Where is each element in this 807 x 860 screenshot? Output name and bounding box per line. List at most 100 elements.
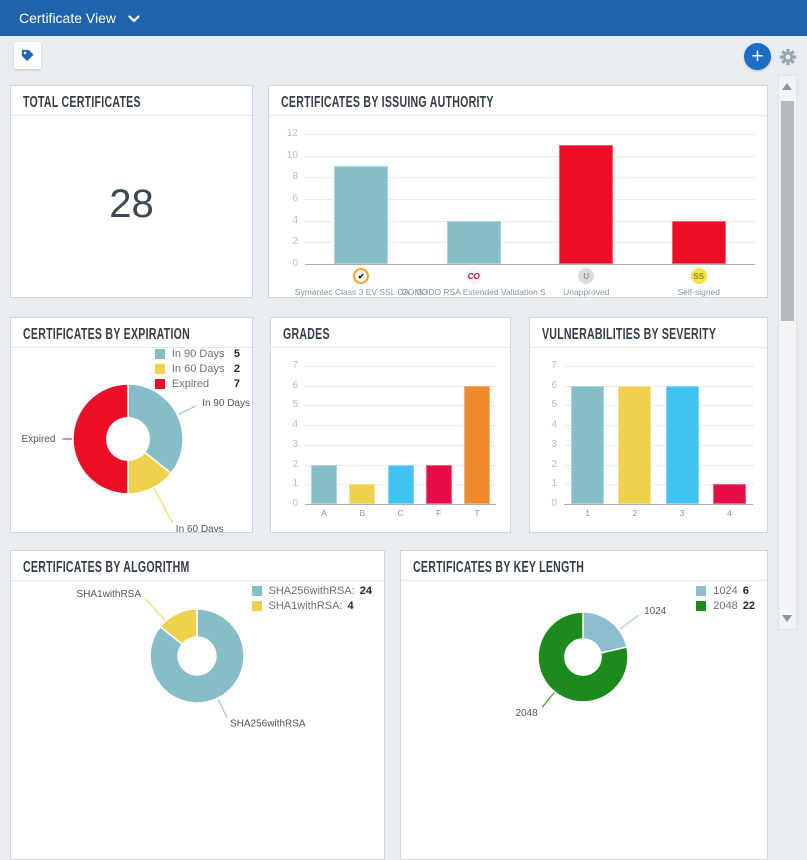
x-axis-category-label: COMODO RSA Extended Validation S [402,287,546,297]
y-axis-tick: 4 [534,419,557,430]
y-axis-tick: 7 [275,360,298,371]
panel-header: GRADES [271,318,510,348]
scrollbar-thumb[interactable] [781,101,794,321]
view-selector-bar[interactable]: Certificate View [0,0,807,36]
callout-line [178,406,196,415]
donut-hole [106,417,150,461]
x-axis-category-label: 1 [585,508,590,518]
callout-line [154,489,172,523]
settings-gear-icon[interactable] [779,48,797,66]
panel-title: GRADES [283,326,330,344]
slice-label: Expired [21,434,55,445]
x-axis-category-label: Unapproved [563,287,609,297]
scroll-down-arrow[interactable] [782,615,792,622]
issuing-authority-bar-chart: 024681012✔Symantec Class 3 EV SSL CA - G… [275,118,761,296]
y-axis-tick: 1 [275,478,298,489]
x-axis-category-label: B [359,508,365,518]
severity-bar-chart: 012345671234 [534,352,759,530]
panel-header: CERTIFICATES BY ISSUING AUTHORITY [269,86,767,116]
callout-line [620,615,639,629]
x-axis-line [564,504,753,505]
comodo-icon: CO [466,268,482,284]
panel-header: CERTIFICATES BY KEY LENGTH [401,551,767,581]
donut-hole [564,638,602,676]
add-button[interactable]: + [744,43,771,70]
callout-line [542,693,554,708]
panel-title: CERTIFICATES BY ALGORITHM [23,559,190,577]
panel-title: CERTIFICATES BY KEY LENGTH [413,559,584,577]
panel-total-certificates: TOTAL CERTIFICATES 28 [10,85,253,298]
donut-svg: SHA256withRSA SHA1withRSA [11,581,385,841]
total-certificates-value: 28 [11,182,252,227]
y-axis-tick: 2 [275,236,298,247]
tag-filter-button[interactable] [14,42,41,69]
y-axis-tick: 5 [275,399,298,410]
slice-label: 2048 [515,708,538,719]
grades-bar-chart: 01234567ABCFT [275,352,502,530]
self-signed-icon: SS [691,268,707,284]
donut-svg: 10242048 [401,581,768,841]
x-axis-category-label: F [436,508,441,518]
bar[interactable] [464,386,490,504]
y-axis-tick: 3 [275,439,298,450]
panel-grades: GRADES 01234567ABCFT [270,317,511,533]
tag-icon [20,48,35,63]
y-axis-tick: 0 [275,498,298,509]
panel-issuing-authority: CERTIFICATES BY ISSUING AUTHORITY 024681… [268,85,768,298]
y-axis-tick: 3 [534,439,557,450]
y-axis-tick: 2 [275,459,298,470]
bar[interactable] [559,145,613,264]
bar[interactable] [334,166,388,264]
y-axis-tick: 6 [275,193,298,204]
panel-title: CERTIFICATES BY EXPIRATION [23,326,190,344]
slice-label: SHA1withRSA [77,589,142,600]
bar[interactable] [618,386,651,504]
y-axis-tick: 7 [534,360,557,371]
panel-certificates-by-expiration: CERTIFICATES BY EXPIRATION In 90 Days5In… [10,317,253,533]
y-axis-tick: 6 [534,380,557,391]
view-title[interactable]: Certificate View [19,10,116,26]
slice-label: In 60 Days [176,524,224,533]
bar[interactable] [666,386,699,504]
slice-label: In 90 Days [202,398,250,409]
unapproved-icon: U [578,268,594,284]
expiration-donut-chart: In 90 Days In 60 Days Expired [11,348,253,533]
panel-certificates-by-key-length: CERTIFICATES BY KEY LENGTH 10246204822 1… [400,550,768,860]
x-axis-category-label: C [397,508,403,518]
panel-title: VULNERABILITIES BY SEVERITY [542,326,716,344]
bar[interactable] [311,465,337,504]
bar[interactable] [713,484,746,504]
bar[interactable] [672,221,726,264]
y-axis-tick: 5 [534,399,557,410]
chevron-down-icon [128,15,140,23]
bar[interactable] [571,386,604,504]
panel-title: CERTIFICATES BY ISSUING AUTHORITY [281,94,494,112]
panel-certificates-by-algorithm: CERTIFICATES BY ALGORITHM SHA256withRSA:… [10,550,385,860]
y-axis-tick: 2 [534,459,557,470]
panel-header: CERTIFICATES BY ALGORITHM [11,551,384,581]
bar[interactable] [447,221,501,264]
x-axis-line [305,504,496,505]
x-axis-category-label: 3 [680,508,685,518]
symantec-icon: ✔ [353,268,369,284]
bar[interactable] [426,465,452,504]
y-axis-tick: 1 [534,478,557,489]
donut-hole [177,636,216,675]
callout-line [146,599,165,620]
slice-label: SHA256withRSA [230,719,306,730]
bar[interactable] [349,484,375,504]
x-axis-category-label: 2 [633,508,638,518]
y-axis-tick: 4 [275,419,298,430]
panel-header: VULNERABILITIES BY SEVERITY [530,318,767,348]
y-axis-tick: 12 [275,128,298,139]
algorithm-donut-chart: SHA256withRSA SHA1withRSA [11,581,385,841]
y-axis-tick: 6 [275,380,298,391]
callout-line [218,699,227,717]
y-axis-tick: 8 [275,171,298,182]
bar[interactable] [388,465,414,504]
panel-title: TOTAL CERTIFICATES [23,94,141,112]
scroll-up-arrow[interactable] [782,83,792,90]
scrollbar[interactable] [778,75,797,630]
x-axis-category-label: 4 [727,508,732,518]
x-axis-category-label: T [474,508,479,518]
